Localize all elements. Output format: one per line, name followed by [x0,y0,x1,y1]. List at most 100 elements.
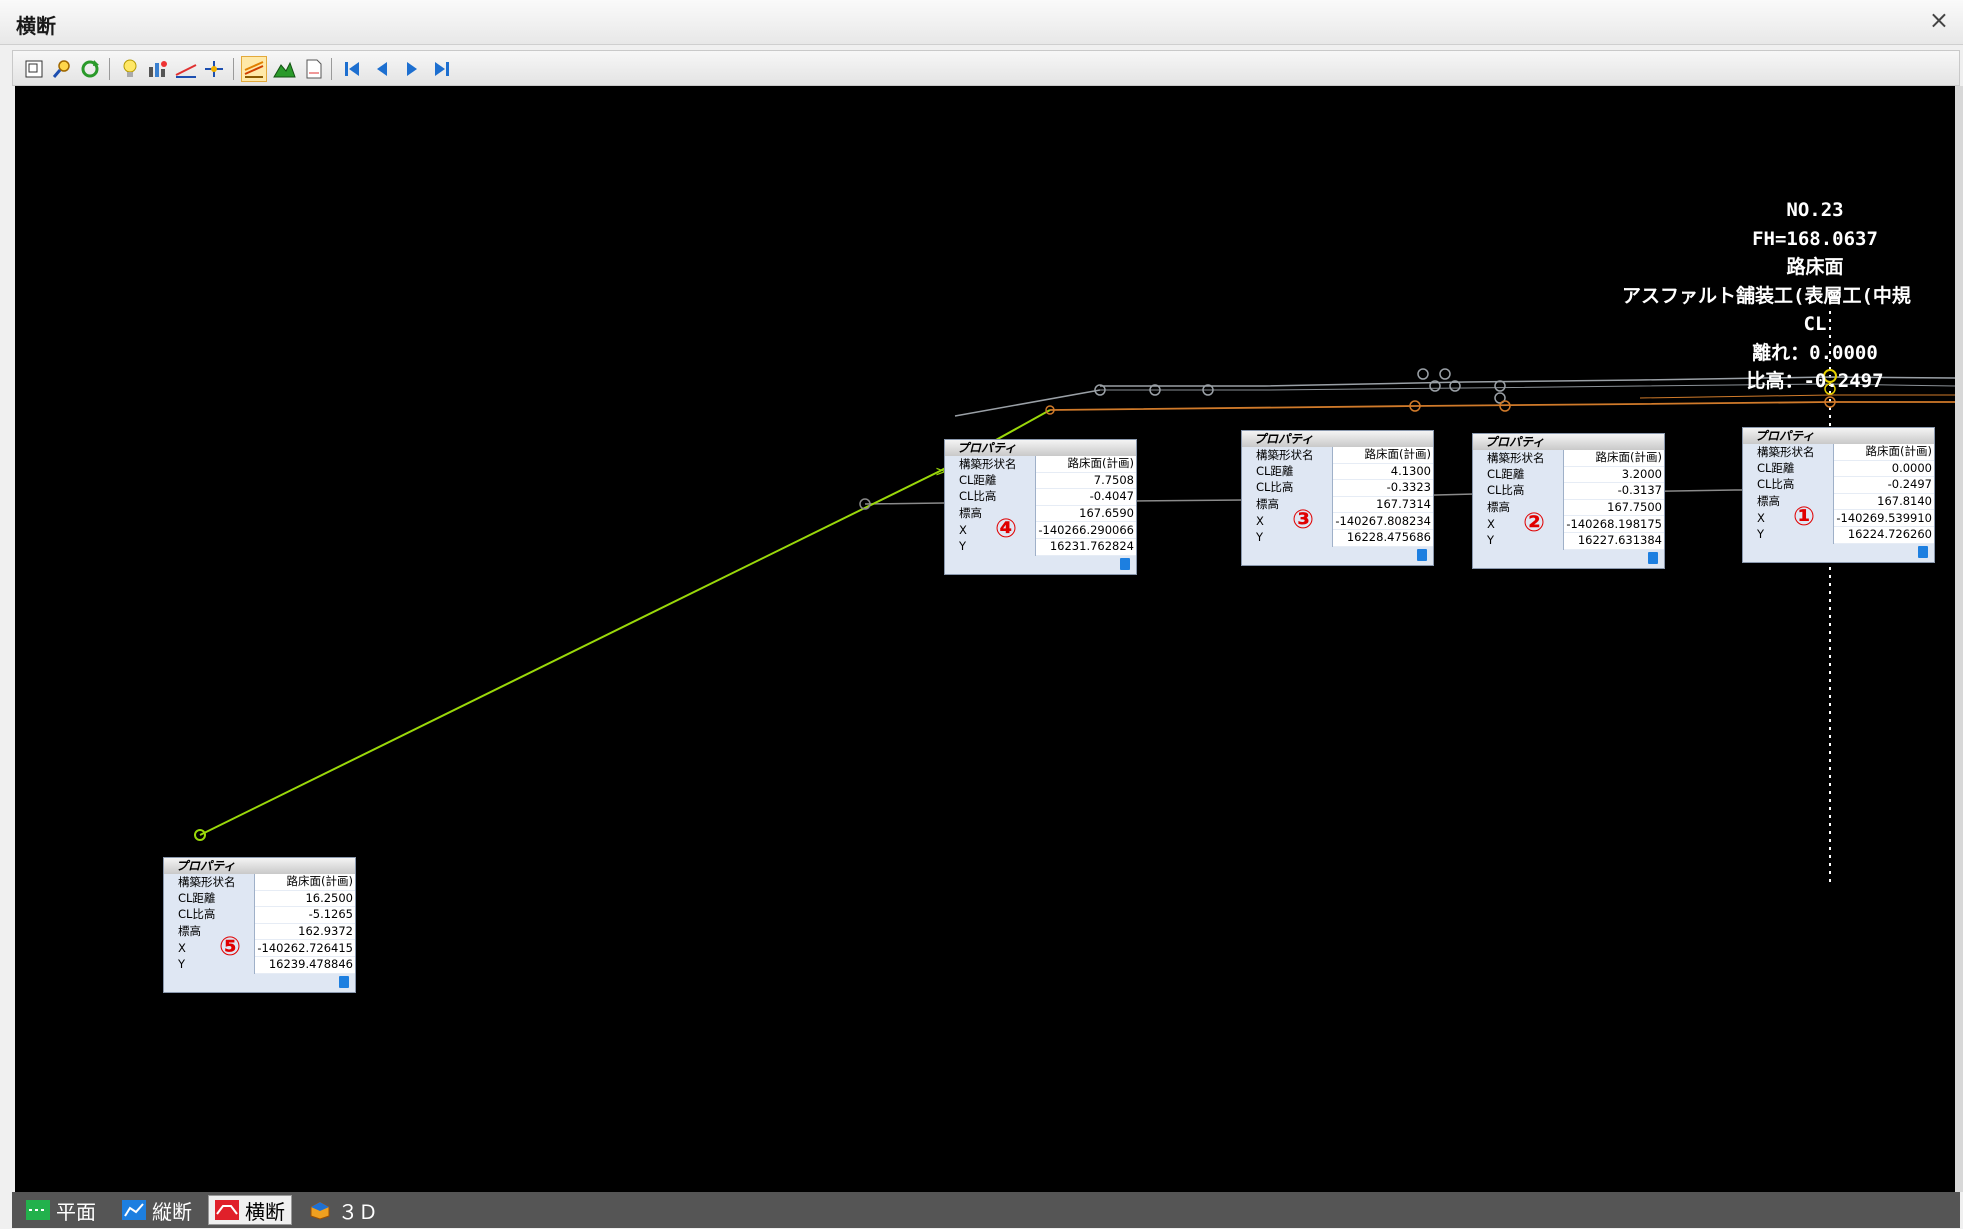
row-key: CL距離 [945,472,1037,489]
row-key: Y [1242,529,1334,547]
property-popup-1[interactable]: プロパティ 構築形状名 路床面(計画) CL距離 0.0000 CL比高 -0.249… [1742,427,1935,563]
title-bar: 横断 × [0,0,1963,45]
view-tabs: 平面 縦断 横断 ３Ｄ [12,1192,1960,1228]
cross-section-canvas[interactable]: > NO.23 FH=168.0637 路床面 アスファルト舗装工(表層工(中規… [15,86,1955,1192]
cross-section-window: 横断 × > NO.23 FH=168.0637 路床面 アスファルト舗装工(表… [0,0,1963,1229]
tab-label: 縦断 [152,1199,192,1224]
property-popup-2[interactable]: プロパティ 構築形状名 路床面(計画) CL距離 3.2000 CL比高 -0.313… [1472,433,1665,569]
row-key: 構築形状名 [945,456,1037,473]
row-value: 16228.475686 [1332,529,1433,547]
row-value: 16224.726260 [1833,526,1934,544]
cross-section-icon [215,1200,239,1220]
section-header: NO.23 FH=168.0637 路床面 アスファルト舗装工(表層工(中規 C… [1595,196,1955,396]
row-value: 16.2500 [254,890,355,908]
ruler-icon[interactable] [173,56,199,82]
row-key: 標高 [164,923,256,940]
surface-name: 路床面 [1786,256,1844,278]
tab-3d[interactable]: ３Ｄ [302,1195,384,1225]
row-key: 標高 [945,505,1037,522]
callout-marker: ③ [1292,505,1315,535]
popup-title: プロパティ [1743,428,1934,444]
last-icon[interactable] [429,56,455,82]
toolbar [12,50,1960,86]
row-key: 構築形状名 [1242,447,1334,464]
row-key: Y [945,538,1037,556]
tab-cross-section[interactable]: 横断 [208,1195,292,1225]
slope-surface-line [954,389,1101,417]
point-marker [1494,380,1506,392]
zoom-window-icon[interactable] [21,56,47,82]
popup-title: プロパティ [1473,434,1664,450]
row-key: 構築形状名 [1743,444,1835,461]
row-value: -0.2497 [1833,476,1934,494]
row-value: 167.8140 [1833,493,1934,511]
refresh-icon[interactable] [77,56,103,82]
height-value: 比高：-0.2497 [1746,370,1884,392]
close-icon[interactable]: × [1929,6,1949,34]
tab-label: 平面 [56,1199,96,1224]
pin-icon[interactable] [339,976,349,988]
property-popup-5[interactable]: プロパティ 構築形状名 路床面(計画) CL距離 16.2500 CL比高 -5.12… [163,857,356,993]
pin-icon[interactable] [1918,546,1928,558]
tab-label: ３Ｄ [338,1199,378,1224]
row-value: 162.9372 [254,923,355,941]
layers-icon[interactable] [241,56,267,82]
row-value: 路床面(計画) [1332,447,1433,464]
row-key: CL距離 [1473,466,1565,483]
row-key: 構築形状名 [164,874,256,891]
row-key: X [1473,515,1565,533]
row-value: -0.4047 [1035,488,1136,506]
row-key: CL比高 [945,488,1037,506]
row-value: 路床面(計画) [1035,456,1136,473]
tab-label: 横断 [245,1199,285,1224]
settings-icon[interactable] [145,56,171,82]
formation-height: FH=168.0637 [1752,227,1878,250]
row-key: X [1743,509,1835,527]
row-value: 167.7314 [1332,496,1433,514]
pin-icon[interactable] [1120,558,1130,570]
point-icon[interactable] [201,56,227,82]
tab-profile[interactable]: 縦断 [116,1195,198,1225]
3d-icon [308,1200,332,1220]
next-icon[interactable] [399,56,425,82]
row-value: 3.2000 [1563,466,1664,484]
row-value: 167.6590 [1035,505,1136,523]
toolbar-separator [331,58,332,80]
terrain-icon[interactable] [271,56,297,82]
lightbulb-icon[interactable] [117,56,143,82]
toolbar-separator [109,58,110,80]
row-value: -140268.198175 [1563,515,1664,533]
window-title: 横断 [16,14,56,38]
pin-icon[interactable] [1648,552,1658,564]
document-icon[interactable] [301,56,327,82]
row-key: CL比高 [1743,476,1835,494]
row-key: CL距離 [164,890,256,907]
row-key: CL比高 [1473,482,1565,500]
orange-pavement-line [1049,401,1955,411]
prev-icon[interactable] [369,56,395,82]
row-key: CL距離 [1743,460,1835,477]
pin-icon[interactable] [1417,549,1427,561]
row-value: -0.3137 [1563,482,1664,500]
callout-marker: ① [1793,502,1816,532]
row-key: X [1242,512,1334,530]
row-value: 16227.631384 [1563,532,1664,550]
property-popup-3[interactable]: プロパティ 構築形状名 路床面(計画) CL距離 4.1300 CL比高 -0.332… [1241,430,1434,566]
property-popup-4[interactable]: プロパティ 構築形状名 路床面(計画) CL距離 7.7508 CL比高 -0.404… [944,439,1137,575]
row-key: 標高 [1242,496,1334,513]
cl-label: CL [1803,313,1827,335]
callout-marker: ④ [995,514,1018,544]
first-icon[interactable] [339,56,365,82]
row-value: 路床面(計画) [1833,444,1934,461]
row-value: -140266.290066 [1035,521,1136,539]
offset-value: 離れ：0.0000 [1752,341,1878,364]
station-number: NO.23 [1786,199,1844,221]
row-key: 標高 [1473,499,1565,516]
tab-plan[interactable]: 平面 [20,1195,102,1225]
vertical-scrollbar[interactable] [1955,86,1963,1192]
zoom-search-icon[interactable] [49,56,75,82]
row-value: 4.1300 [1332,463,1433,481]
row-key: Y [1743,526,1835,544]
row-value: -140267.808234 [1332,512,1433,530]
profile-icon [122,1200,146,1220]
